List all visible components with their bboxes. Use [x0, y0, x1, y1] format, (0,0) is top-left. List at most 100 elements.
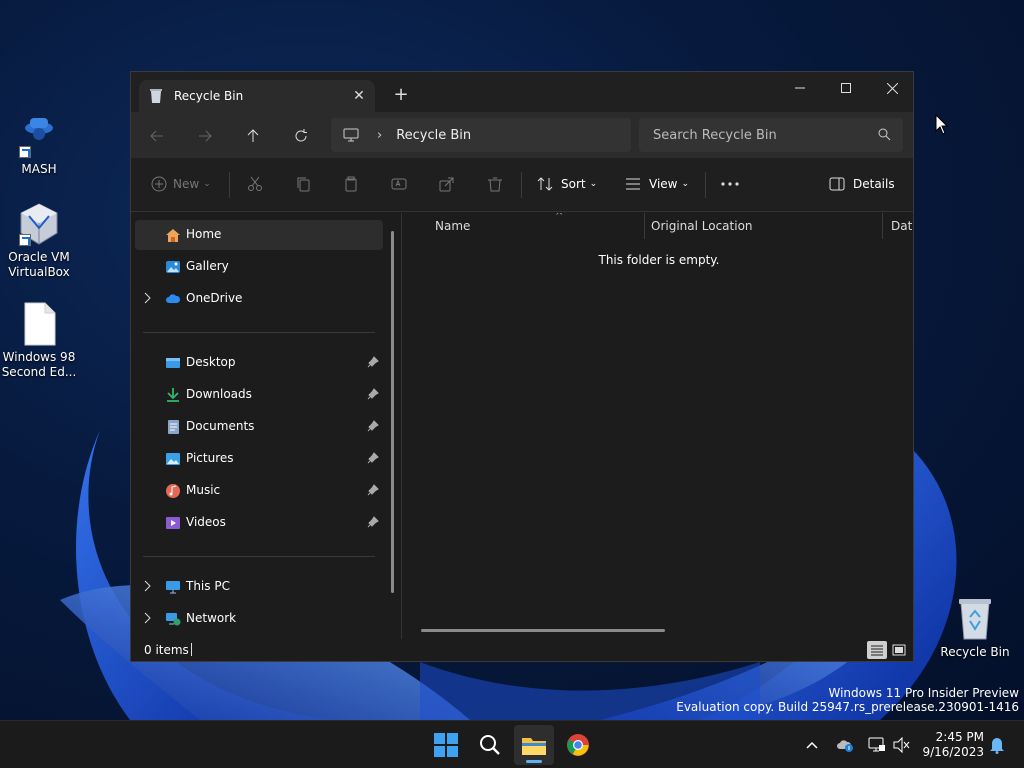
sort-button[interactable]: Sort ⌄ — [537, 170, 597, 198]
notifications-button[interactable] — [985, 733, 1009, 757]
search-button[interactable] — [470, 725, 510, 765]
pin-icon[interactable] — [367, 420, 379, 432]
address-bar[interactable]: › Recycle Bin — [331, 118, 631, 152]
empty-folder-message: This folder is empty. — [598, 253, 720, 267]
sidebar-item-network[interactable]: Network — [135, 604, 383, 634]
sidebar-item-label: This PC — [186, 579, 230, 593]
column-header-label: Name — [435, 219, 471, 233]
back-button[interactable] — [141, 120, 173, 152]
column-header-original-location[interactable]: Original Location — [643, 213, 883, 239]
desktop-icon-recycle-bin[interactable]: Recycle Bin — [937, 597, 1013, 660]
new-button[interactable]: New ⌄ — [151, 170, 211, 198]
more-options-button[interactable] — [721, 170, 739, 198]
mash-icon — [19, 114, 59, 158]
tab-recycle-bin[interactable]: Recycle Bin ✕ — [139, 80, 375, 112]
chevron-right-icon[interactable] — [143, 292, 151, 304]
tiles-view-icon — [892, 644, 906, 656]
column-header-name[interactable]: Name ^ — [427, 213, 645, 239]
sidebar-divider — [143, 332, 375, 333]
rename-icon — [391, 178, 407, 190]
up-arrow-icon — [247, 129, 259, 142]
sidebar-item-gallery[interactable]: Gallery — [135, 252, 383, 282]
chevron-right-icon[interactable] — [143, 612, 151, 624]
taskbar-file-explorer[interactable] — [514, 725, 554, 765]
pin-icon[interactable] — [367, 388, 379, 400]
column-header-date[interactable]: Date — [883, 213, 913, 239]
close-window-button[interactable] — [869, 72, 915, 104]
details-pane-button[interactable]: Details — [829, 170, 895, 198]
chevron-right-icon[interactable]: › — [377, 128, 382, 143]
paste-button[interactable] — [343, 170, 359, 198]
sidebar-item-desktop[interactable]: Desktop — [135, 348, 383, 378]
minimize-button[interactable] — [777, 72, 823, 104]
pane-splitter[interactable] — [401, 213, 402, 639]
search-input[interactable]: Search Recycle Bin — [639, 118, 903, 152]
sidebar-item-label: Music — [186, 483, 221, 497]
network-icon — [166, 613, 181, 626]
network-monitor-icon — [868, 737, 885, 752]
horizontal-scrollbar[interactable] — [421, 629, 665, 632]
copy-button[interactable] — [295, 170, 311, 198]
sidebar-item-this-pc[interactable]: This PC — [135, 572, 383, 602]
cut-button[interactable] — [247, 170, 263, 198]
details-view-button[interactable] — [867, 641, 887, 659]
watermark-line-1: Windows 11 Pro Insider Preview — [828, 686, 1019, 700]
tiles-view-button[interactable] — [889, 641, 909, 659]
sidebar-item-home[interactable]: Home — [135, 220, 383, 250]
pin-icon[interactable] — [367, 484, 379, 496]
sidebar-item-music[interactable]: Music — [135, 476, 383, 506]
volume-tray-button[interactable] — [890, 733, 914, 757]
onedrive-tray-button[interactable] — [833, 733, 857, 757]
sidebar-item-videos[interactable]: Videos — [135, 508, 383, 538]
desktop-icon-virtualbox[interactable]: Oracle VM VirtualBox — [1, 202, 77, 280]
breadcrumb-recycle-bin[interactable]: Recycle Bin — [396, 128, 471, 143]
maximize-button[interactable] — [823, 72, 869, 104]
rename-button[interactable] — [391, 170, 407, 198]
view-button[interactable]: View ⌄ — [625, 170, 689, 198]
sidebar-item-documents[interactable]: Documents — [135, 412, 383, 442]
close-tab-icon[interactable]: ✕ — [343, 88, 375, 104]
taskbar-chrome[interactable] — [558, 725, 598, 765]
clock[interactable]: 2:45 PM 9/16/2023 — [918, 730, 984, 760]
network-tray-button[interactable] — [865, 733, 889, 757]
desktop-icon-windows98[interactable]: Windows 98 Second Ed... — [1, 302, 77, 380]
document-icon — [168, 420, 179, 434]
desktop-icon-mash[interactable]: MASH — [1, 114, 77, 177]
sidebar-item-downloads[interactable]: Downloads — [135, 380, 383, 410]
taskbar: 2:45 PM 9/16/2023 — [0, 720, 1024, 768]
refresh-button[interactable] — [285, 120, 317, 152]
details-pane-icon — [829, 177, 845, 191]
recycle-bin-icon — [150, 89, 162, 103]
tab-title: Recycle Bin — [174, 89, 244, 103]
bell-icon — [990, 738, 1004, 754]
desktop-folder-icon — [166, 358, 180, 368]
minimize-icon — [795, 87, 805, 89]
delete-button[interactable] — [487, 170, 503, 198]
pin-icon[interactable] — [367, 516, 379, 528]
back-arrow-icon — [150, 130, 163, 142]
sidebar-item-label: Documents — [186, 419, 255, 433]
scissors-icon — [248, 176, 262, 191]
start-button[interactable] — [426, 725, 466, 765]
share-button[interactable] — [439, 170, 455, 198]
download-icon — [167, 388, 179, 402]
title-bar[interactable]: Recycle Bin ✕ + — [131, 72, 913, 112]
desktop-icon-label: Recycle Bin — [940, 645, 1010, 659]
ellipsis-icon — [721, 182, 739, 186]
sidebar-item-label: Pictures — [186, 451, 234, 465]
evaluation-watermark: Windows 11 Pro Insider Preview Evaluatio… — [676, 686, 1019, 714]
show-hidden-icons-button[interactable] — [800, 733, 824, 757]
sidebar-scrollbar[interactable] — [391, 231, 394, 593]
up-button[interactable] — [237, 120, 269, 152]
share-icon — [439, 177, 454, 192]
sidebar-item-pictures[interactable]: Pictures — [135, 444, 383, 474]
clipboard-icon — [345, 176, 357, 192]
new-tab-button[interactable]: + — [389, 84, 413, 108]
sidebar-item-onedrive[interactable]: OneDrive — [135, 284, 383, 314]
pin-icon[interactable] — [367, 452, 379, 464]
forward-button[interactable] — [189, 120, 221, 152]
pin-icon[interactable] — [367, 356, 379, 368]
item-count: 0 items — [144, 643, 189, 657]
sort-ascending-icon: ^ — [555, 213, 564, 222]
chevron-right-icon[interactable] — [143, 580, 151, 592]
